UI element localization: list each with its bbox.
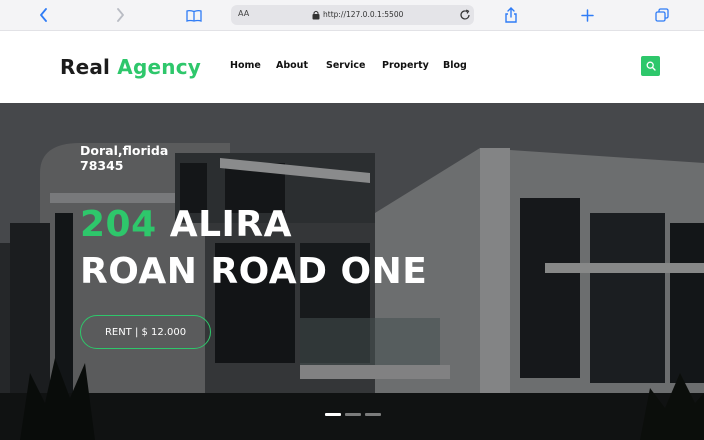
- logo-accent-text: Agency: [117, 55, 201, 79]
- slider-dot[interactable]: [345, 413, 361, 416]
- nav-blog[interactable]: Blog: [443, 60, 467, 71]
- location-line-2: 78345: [80, 158, 124, 173]
- back-icon[interactable]: [35, 6, 53, 24]
- hero-section: Doral,florida 78345 204 ALIRA ROAN ROAD …: [0, 103, 704, 440]
- logo[interactable]: Real Agency: [60, 55, 201, 79]
- search-button[interactable]: [641, 56, 660, 76]
- hero-title: 204 ALIRA ROAN ROAD ONE: [80, 201, 427, 295]
- nav-about[interactable]: About: [276, 60, 308, 71]
- nav-service[interactable]: Service: [326, 60, 366, 71]
- title-line-1: ALIRA: [169, 204, 292, 245]
- book-icon[interactable]: [185, 6, 203, 24]
- address-bar[interactable]: AA http://127.0.0.1:5500: [231, 5, 474, 25]
- title-line-2: ROAN ROAD ONE: [80, 251, 428, 292]
- rent-button[interactable]: RENT | $ 12.000: [80, 315, 211, 349]
- reload-icon[interactable]: [459, 9, 471, 21]
- browser-toolbar: AA http://127.0.0.1:5500: [0, 0, 704, 31]
- title-number: 204: [80, 204, 157, 245]
- text-size-button[interactable]: AA: [238, 9, 249, 18]
- location-text: Doral,florida 78345: [80, 143, 168, 173]
- nav-property[interactable]: Property: [382, 60, 429, 71]
- slider-dot[interactable]: [365, 413, 381, 416]
- url-text: http://127.0.0.1:5500: [323, 10, 404, 19]
- location-line-1: Doral,florida: [80, 143, 169, 158]
- lock-icon: [312, 10, 320, 20]
- logo-main-text: Real: [60, 55, 111, 79]
- search-icon: [646, 61, 656, 71]
- forward-icon[interactable]: [111, 6, 129, 24]
- plus-icon[interactable]: [578, 6, 596, 24]
- slider-dot[interactable]: [325, 413, 341, 416]
- slider-dots: [325, 413, 381, 416]
- nav-home[interactable]: Home: [230, 60, 261, 71]
- site-header: Real Agency Home About Service Property …: [0, 31, 704, 103]
- tabs-icon[interactable]: [653, 6, 671, 24]
- share-icon[interactable]: [502, 6, 520, 24]
